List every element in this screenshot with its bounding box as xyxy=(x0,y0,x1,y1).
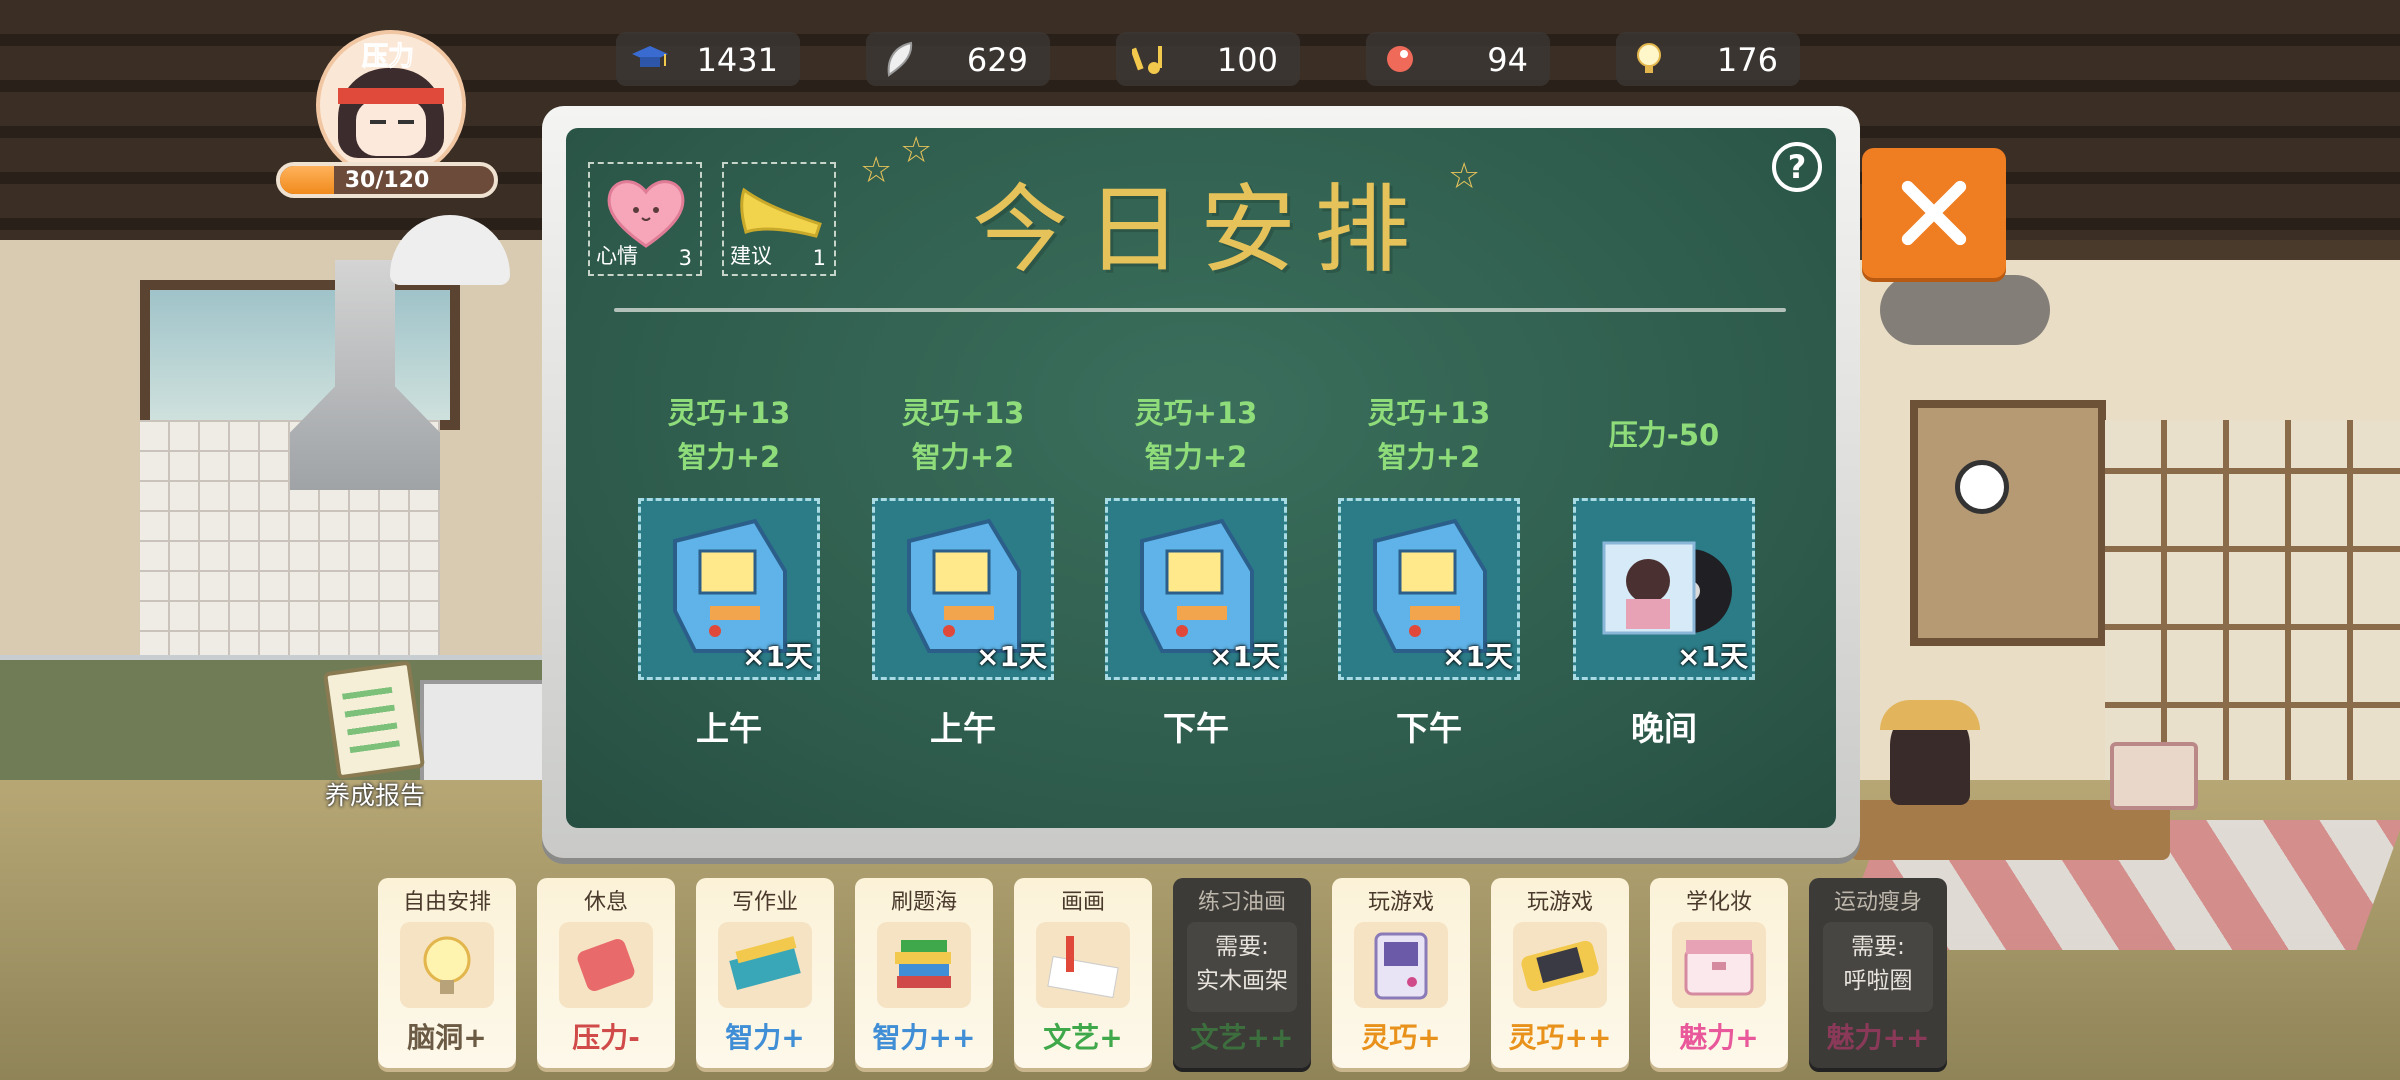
star-icon: ☆ xyxy=(900,130,933,171)
slot-time: 晚间 xyxy=(1631,709,1697,748)
requirement-text: 需要: 实木画架 xyxy=(1196,934,1288,994)
mood-label: 心情 xyxy=(596,244,638,268)
game-console-icon xyxy=(1513,922,1607,1008)
handheld-console-icon xyxy=(1354,922,1448,1008)
activity-drawing[interactable]: 画画 文艺+ xyxy=(1014,878,1152,1068)
activity-rest[interactable]: 休息 压力- xyxy=(537,878,675,1068)
candy-icon xyxy=(559,922,653,1008)
activity-oil-painting-locked[interactable]: 练习油画 需要: 实木画架 文艺++ xyxy=(1173,878,1311,1068)
mood-counter[interactable]: 心情 3 xyxy=(588,162,702,276)
stat-intelligence[interactable]: 1431 xyxy=(616,32,800,86)
board-title: 今日安排 xyxy=(972,174,1428,286)
stress-bar: 30/120 xyxy=(276,162,498,198)
schedule-slot[interactable]: 压力-50 ×1天 晚间 xyxy=(1573,390,1755,750)
growth-report-label: 养成报告 xyxy=(324,781,425,810)
advice-counter[interactable]: 建议 1 xyxy=(722,162,836,276)
graduation-cap-icon xyxy=(630,40,670,78)
slot-time: 上午 xyxy=(930,709,996,748)
heart-icon xyxy=(607,180,685,248)
lightbulb-icon xyxy=(400,922,494,1008)
slot-effects: 压力-50 xyxy=(1608,418,1720,452)
stress-label: 压力 xyxy=(361,42,415,73)
slot-time: 上午 xyxy=(696,709,762,748)
requirement-text: 需要: 呼啦圈 xyxy=(1843,934,1913,994)
book-stack-icon xyxy=(877,922,971,1008)
slot-effects: 灵巧+13 智力+2 xyxy=(1134,396,1258,474)
slot-duration: ×1天 xyxy=(1677,640,1748,673)
slot-card[interactable]: ×1天 xyxy=(1573,498,1755,680)
feather-icon xyxy=(880,40,920,78)
sketch-paper-icon xyxy=(1036,922,1130,1008)
activity-play-game-handheld[interactable]: 玩游戏 灵巧+ xyxy=(1332,878,1470,1068)
growth-report-button[interactable]: 养成报告 xyxy=(310,660,440,810)
slot-card[interactable]: ×1天 xyxy=(872,498,1054,680)
close-button[interactable] xyxy=(1862,148,2006,278)
schedule-slot[interactable]: 灵巧+13 智力+2 ×1天 上午 xyxy=(872,390,1054,750)
character-hat xyxy=(1880,700,1980,730)
slot-effects: 灵巧+13 智力+2 xyxy=(667,396,791,474)
stat-dexterity[interactable]: 176 xyxy=(1616,32,1800,86)
space-heater xyxy=(2110,742,2198,810)
activity-makeup[interactable]: 学化妆 魅力+ xyxy=(1650,878,1788,1068)
slot-card[interactable]: ×1天 xyxy=(638,498,820,680)
help-button[interactable]: ? xyxy=(1772,142,1822,192)
flower-icon xyxy=(1380,40,1420,78)
advice-count: 1 xyxy=(812,246,826,270)
activity-free-arrange[interactable]: 自由安排 脑洞+ xyxy=(378,878,516,1068)
makeup-box-icon xyxy=(1672,922,1766,1008)
trumpet-icon xyxy=(740,187,822,238)
slot-card[interactable]: ×1天 xyxy=(1105,498,1287,680)
slot-effects: 灵巧+13 智力+2 xyxy=(901,396,1025,474)
stat-charm[interactable]: 94 xyxy=(1366,32,1550,86)
schedule-slot[interactable]: 灵巧+13 智力+2 ×1天 下午 xyxy=(1338,390,1520,750)
slot-duration: ×1天 xyxy=(1209,640,1280,673)
slot-duration: ×1天 xyxy=(742,640,813,673)
slot-effects: 灵巧+13 智力+2 xyxy=(1367,396,1491,474)
schedule-slot[interactable]: 灵巧+13 智力+2 ×1天 上午 xyxy=(638,390,820,750)
bookshelf xyxy=(2105,420,2400,780)
music-note-icon xyxy=(1130,40,1170,78)
star-icon: ☆ xyxy=(1448,156,1481,197)
slot-duration: ×1天 xyxy=(1442,640,1513,673)
stress-cloud xyxy=(1880,275,2050,345)
mood-count: 3 xyxy=(678,246,692,270)
star-icon: ☆ xyxy=(860,150,893,191)
activity-exercise-locked[interactable]: 运动瘦身 需要: 呼啦圈 魅力++ xyxy=(1809,878,1947,1068)
advice-label: 建议 xyxy=(730,244,772,268)
slot-time: 下午 xyxy=(1163,709,1229,748)
stat-creativity[interactable]: 629 xyxy=(866,32,1050,86)
slot-time: 下午 xyxy=(1396,709,1462,748)
player-avatar[interactable]: 压力 xyxy=(316,30,466,180)
chalk-divider xyxy=(614,308,1786,312)
schedule-slot[interactable]: 灵巧+13 智力+2 ×1天 下午 xyxy=(1105,390,1287,750)
slot-card[interactable]: ×1天 xyxy=(1338,498,1520,680)
activity-homework[interactable]: 写作业 智力+ xyxy=(696,878,834,1068)
lightbulb-icon xyxy=(1630,40,1670,78)
sliding-door xyxy=(1910,400,2106,646)
notebook-icon xyxy=(718,922,812,1008)
stat-art[interactable]: 100 xyxy=(1116,32,1300,86)
wall-clock xyxy=(1955,460,2009,514)
activity-play-game-switch[interactable]: 玩游戏 灵巧++ xyxy=(1491,878,1629,1068)
stress-value: 30/120 xyxy=(344,168,430,193)
slot-duration: ×1天 xyxy=(976,640,1047,673)
activity-practice-problems[interactable]: 刷题海 智力++ xyxy=(855,878,993,1068)
